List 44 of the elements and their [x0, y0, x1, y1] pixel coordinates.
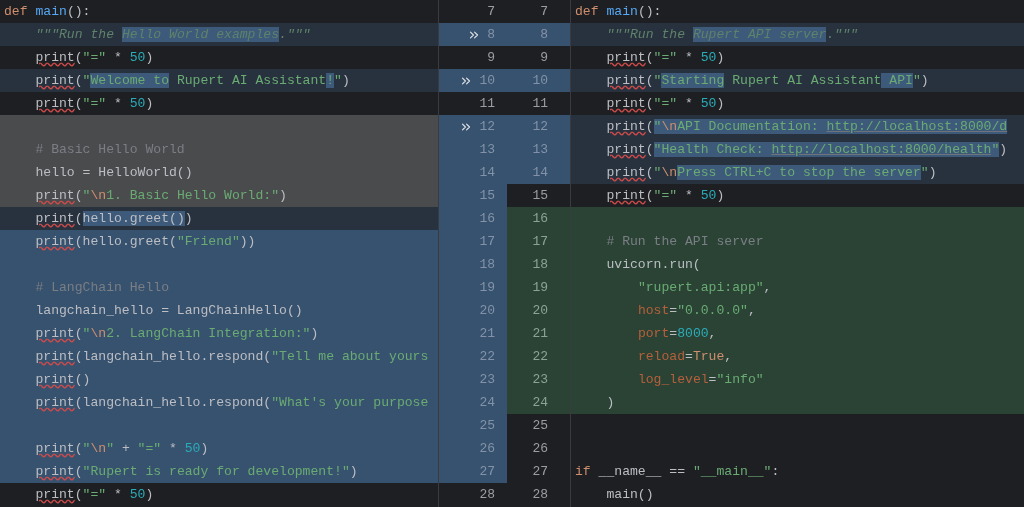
line-number: 26 [532, 439, 548, 458]
line-number: 15 [479, 186, 495, 205]
line-number: 22 [479, 347, 495, 366]
line-number: 23 [532, 370, 548, 389]
line-number: 19 [479, 278, 495, 297]
line-number: 20 [532, 301, 548, 320]
line-number: 10 [479, 71, 495, 90]
line-number: 27 [532, 462, 548, 481]
line-number: 8 [487, 25, 495, 44]
line-number: 18 [479, 255, 495, 274]
line-number: 22 [532, 347, 548, 366]
line-number: 11 [532, 94, 548, 113]
line-number: 21 [532, 324, 548, 343]
line-number: 20 [479, 301, 495, 320]
line-number: 7 [540, 2, 548, 21]
line-number: 9 [540, 48, 548, 67]
line-number: 28 [479, 485, 495, 504]
line-number: 24 [479, 393, 495, 412]
line-number: 8 [540, 25, 548, 44]
line-number: 7 [487, 2, 495, 21]
line-number: 11 [479, 94, 495, 113]
line-number: 19 [532, 278, 548, 297]
line-number: 14 [479, 163, 495, 182]
line-number: 23 [479, 370, 495, 389]
line-number: 17 [532, 232, 548, 251]
line-number: 9 [487, 48, 495, 67]
line-number: 12 [532, 117, 548, 136]
line-number: 18 [532, 255, 548, 274]
line-number: 26 [479, 439, 495, 458]
line-number: 13 [479, 140, 495, 159]
line-number: 12 [479, 117, 495, 136]
line-number: 28 [532, 485, 548, 504]
line-number: 25 [479, 416, 495, 435]
line-number: 16 [479, 209, 495, 228]
line-number: 16 [532, 209, 548, 228]
line-number: 13 [532, 140, 548, 159]
line-number: 21 [479, 324, 495, 343]
line-number: 24 [532, 393, 548, 412]
line-number: 15 [532, 186, 548, 205]
line-number: 27 [479, 462, 495, 481]
line-number: 17 [479, 232, 495, 251]
line-number: 25 [532, 416, 548, 435]
line-number: 14 [532, 163, 548, 182]
line-number: 10 [532, 71, 548, 90]
